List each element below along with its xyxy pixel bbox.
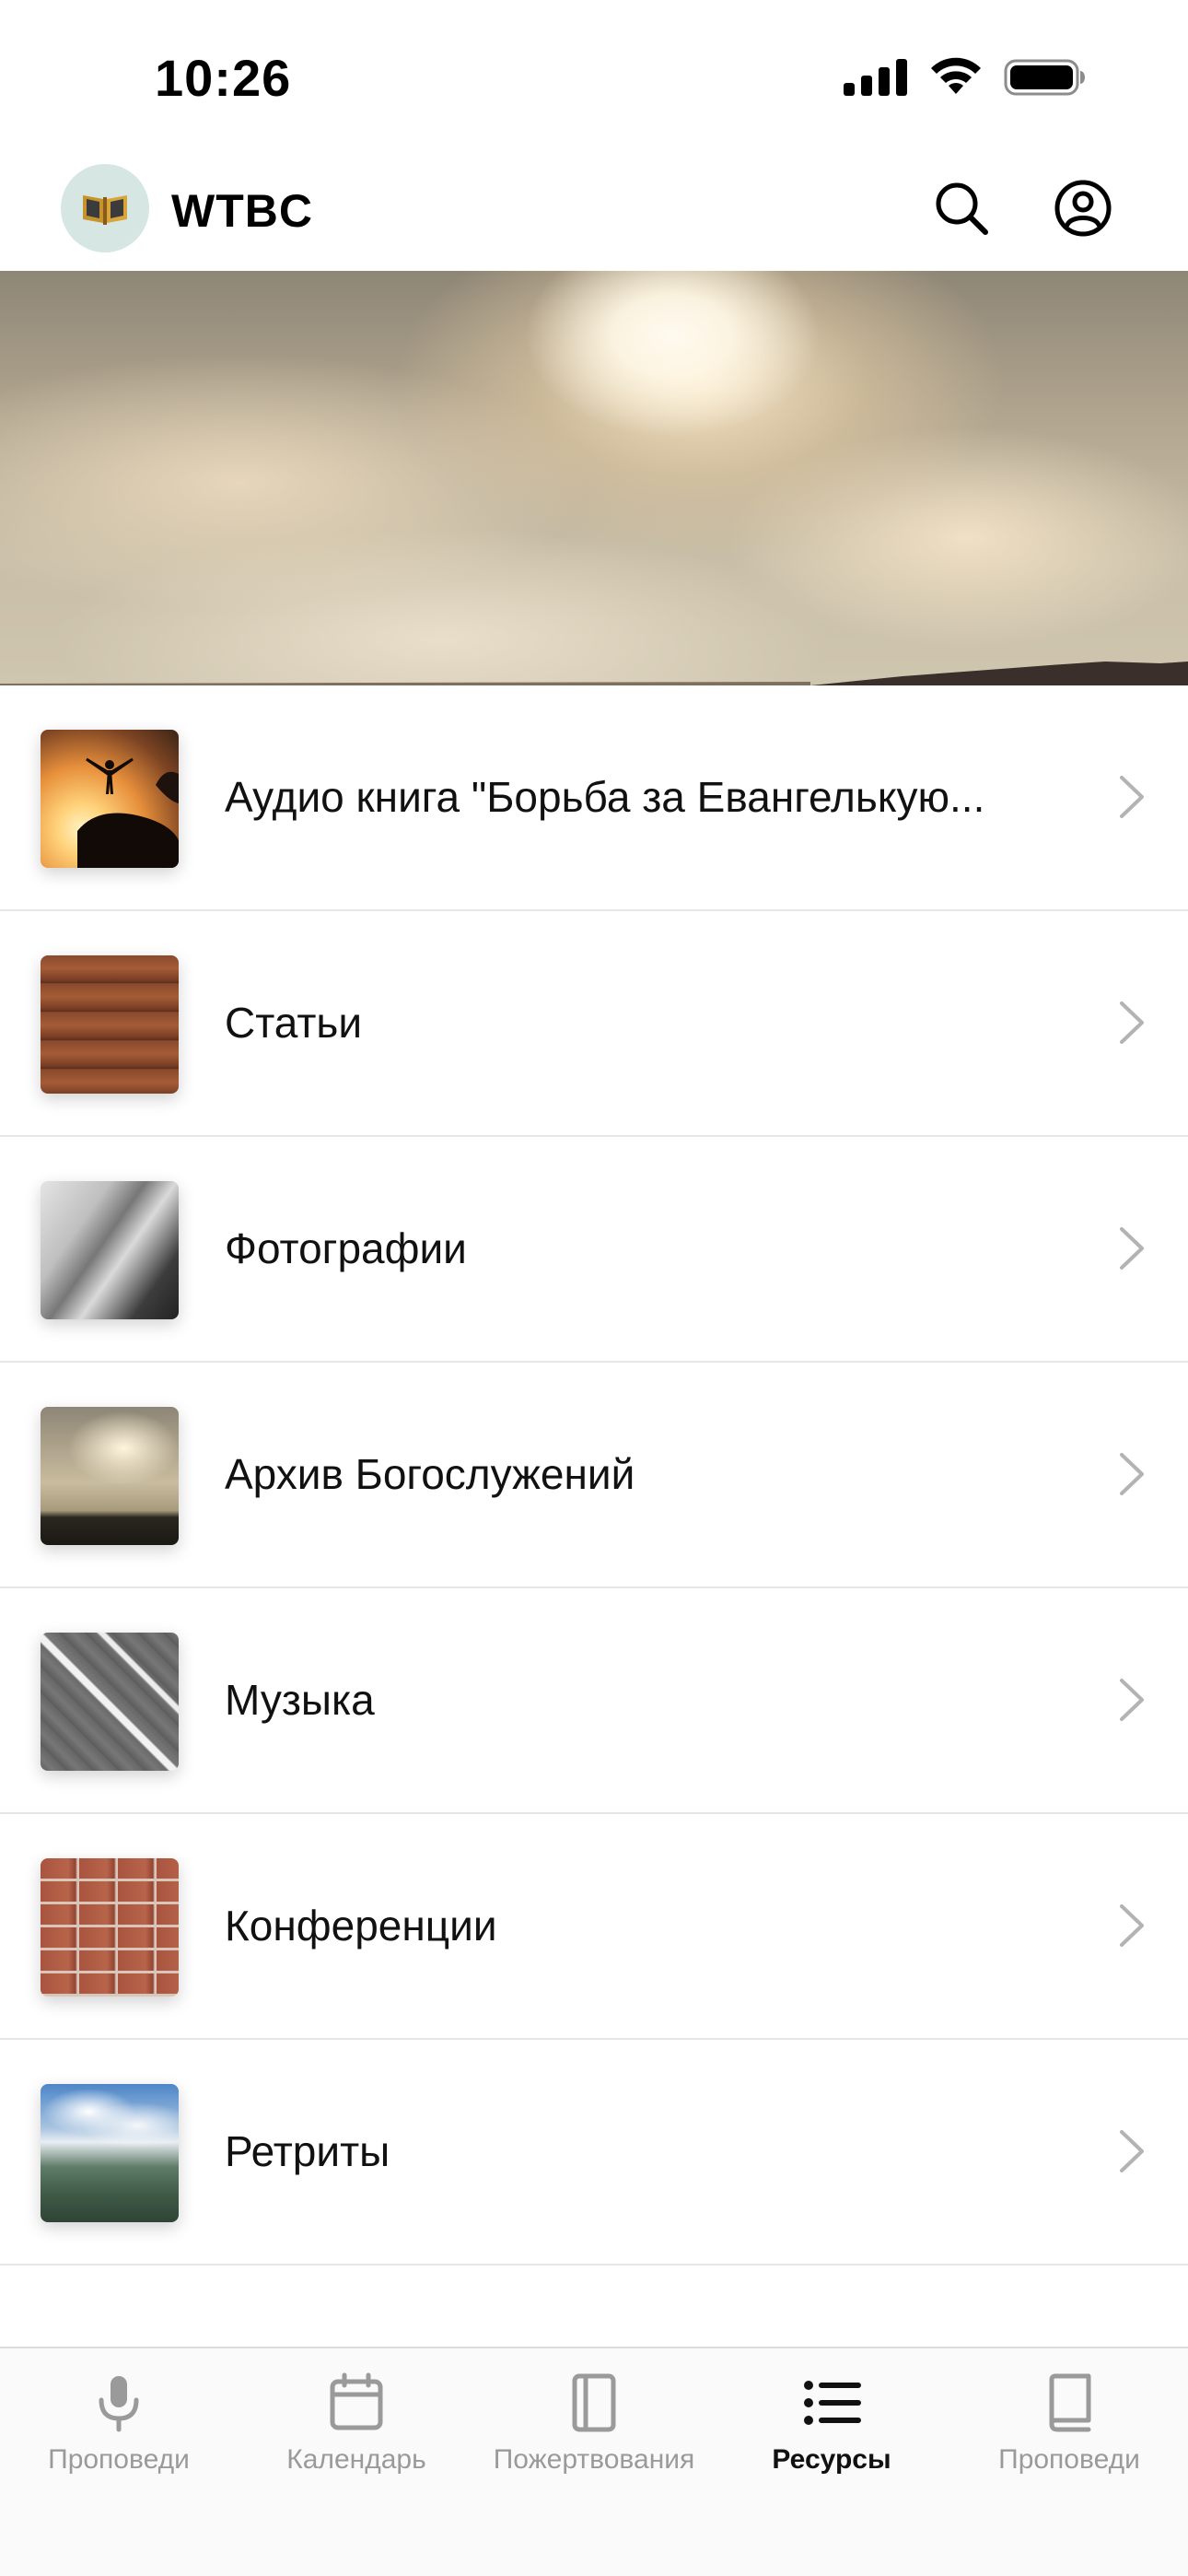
tab-label: Календарь bbox=[286, 2444, 426, 2475]
list-item-music[interactable]: Музыка bbox=[0, 1588, 1188, 1814]
photos-thumbnail bbox=[41, 1181, 179, 1319]
audiobook-thumbnail bbox=[41, 730, 179, 868]
app-logo[interactable] bbox=[61, 164, 149, 252]
list-item-retreats[interactable]: Ретриты bbox=[0, 2040, 1188, 2266]
tab-sermons[interactable]: Проповеди bbox=[0, 2371, 238, 2490]
services-archive-thumbnail bbox=[41, 1407, 179, 1545]
list-item-label: Аудио книга "Борьба за Евангелькую... bbox=[225, 773, 985, 821]
hero-banner-image bbox=[0, 271, 1188, 685]
user-profile-icon bbox=[1054, 180, 1112, 237]
resource-list: Аудио книга "Борьба за Евангелькую... Ст… bbox=[0, 685, 1188, 2266]
tab-label: Пожертвования bbox=[493, 2444, 695, 2475]
chevron-right-icon bbox=[1120, 776, 1144, 818]
chevron-right-icon bbox=[1120, 2130, 1144, 2172]
search-icon bbox=[936, 182, 988, 235]
tab-calendar[interactable]: Календарь bbox=[238, 2371, 475, 2490]
status-time: 10:26 bbox=[155, 49, 292, 107]
status-bar: 10:26 bbox=[0, 0, 1188, 157]
list-item-label: Архив Богослужений bbox=[225, 1450, 635, 1498]
music-thumbnail bbox=[41, 1633, 179, 1771]
search-button[interactable] bbox=[928, 175, 995, 241]
chevron-right-icon bbox=[1120, 1679, 1144, 1721]
chevron-right-icon bbox=[1120, 1001, 1144, 1044]
list-item-label: Фотографии bbox=[225, 1224, 467, 1272]
chevron-right-icon bbox=[1120, 1904, 1144, 1947]
silhouette-image bbox=[77, 757, 179, 868]
profile-button[interactable] bbox=[1050, 175, 1116, 241]
hero-hills bbox=[0, 662, 1188, 685]
list-item-audiobook[interactable]: Аудио книга "Борьба за Евангелькую... bbox=[0, 685, 1188, 911]
list-item-label: Конференции bbox=[225, 1902, 497, 1950]
tab-donations[interactable]: Пожертвования bbox=[475, 2371, 713, 2490]
tab-sermons-book[interactable]: Проповеди bbox=[950, 2371, 1188, 2490]
list-item-articles[interactable]: Статьи bbox=[0, 911, 1188, 1137]
app-title: WTBC bbox=[171, 185, 313, 237]
chevron-right-icon bbox=[1120, 1227, 1144, 1270]
list-icon bbox=[804, 2381, 861, 2425]
chevron-right-icon bbox=[1120, 1453, 1144, 1495]
battery-icon bbox=[1004, 59, 1085, 96]
retreats-thumbnail bbox=[41, 2084, 179, 2222]
microphone-icon bbox=[99, 2376, 139, 2432]
page-icon bbox=[572, 2373, 616, 2432]
articles-thumbnail bbox=[41, 955, 179, 1094]
open-book-logo-icon bbox=[83, 195, 127, 225]
app-header: WTBC bbox=[0, 157, 1188, 271]
list-item-services-archive[interactable]: Архив Богослужений bbox=[0, 1363, 1188, 1588]
tab-label: Проповеди bbox=[48, 2444, 190, 2475]
cellular-signal-icon bbox=[844, 59, 907, 96]
tab-bar: Проповеди Календарь Пожертвования Ресурс… bbox=[0, 2347, 1188, 2576]
list-item-label: Статьи bbox=[225, 999, 363, 1047]
calendar-icon bbox=[330, 2372, 383, 2430]
list-item-conferences[interactable]: Конференции bbox=[0, 1814, 1188, 2040]
conferences-thumbnail bbox=[41, 1858, 179, 1996]
tab-label: Ресурсы bbox=[772, 2444, 891, 2475]
tab-label: Проповеди bbox=[998, 2444, 1140, 2475]
book-icon bbox=[1049, 2373, 1091, 2432]
list-item-label: Музыка bbox=[225, 1676, 375, 1724]
tab-resources[interactable]: Ресурсы bbox=[713, 2371, 950, 2490]
list-item-label: Ретриты bbox=[225, 2127, 390, 2175]
wifi-icon bbox=[931, 57, 981, 94]
list-item-photos[interactable]: Фотографии bbox=[0, 1137, 1188, 1363]
status-icons bbox=[844, 57, 1087, 98]
